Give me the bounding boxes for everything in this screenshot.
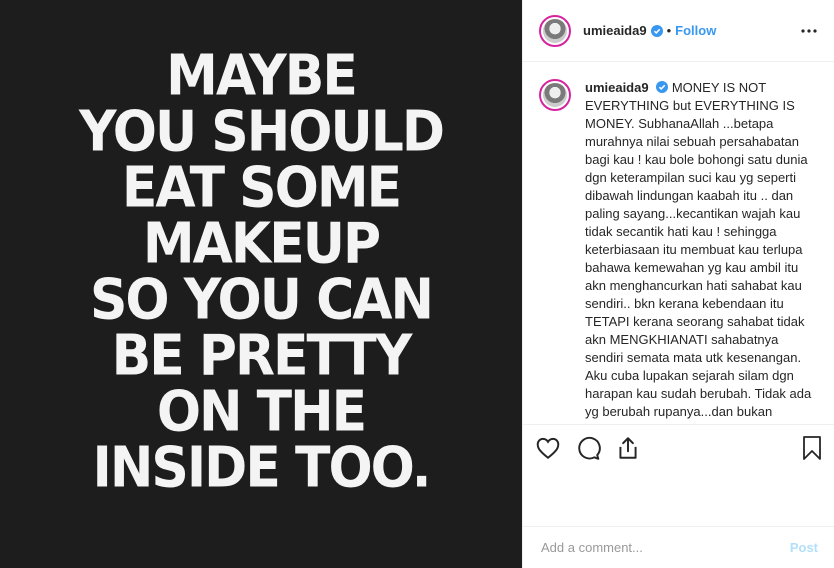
instagram-post: MAYBE YOU SHOULD EAT SOME MAKEUP SO YOU … (0, 0, 834, 568)
separator-dot: • (666, 23, 672, 38)
quote-line: INSIDE TOO. (92, 435, 432, 501)
add-comment-bar: Post (523, 526, 834, 568)
caption-avatar[interactable] (539, 79, 571, 111)
avatar[interactable] (539, 14, 571, 47)
caption: umieaida9 MONEY IS NOT EVERYTHING but EV… (585, 79, 815, 423)
post-image[interactable]: MAYBE YOU SHOULD EAT SOME MAKEUP SO YOU … (0, 0, 522, 568)
comment-input[interactable] (539, 539, 790, 556)
comment-bubble-icon[interactable] (575, 435, 601, 461)
heart-icon[interactable] (535, 435, 561, 461)
post-button[interactable]: Post (790, 540, 818, 555)
share-icon[interactable] (615, 435, 641, 461)
caption-text: MONEY IS NOT EVERYTHING but EVERYTHING I… (585, 80, 812, 419)
avatar-image (543, 83, 567, 107)
caption-username[interactable]: umieaida9 (585, 80, 649, 95)
post-header: umieaida9 • Follow (523, 0, 834, 62)
verified-icon (656, 81, 669, 93)
quote-line: MAYBE (166, 43, 358, 109)
avatar-image (543, 18, 567, 43)
quote-line: YOU SHOULD (78, 99, 445, 165)
quote-line: BE PRETTY (111, 323, 413, 389)
header-username[interactable]: umieaida9 (583, 23, 647, 38)
quote-line: EAT SOME (121, 155, 402, 221)
action-bar (523, 424, 834, 470)
quote-line: MAKEUP (142, 211, 381, 277)
bookmark-icon[interactable] (800, 435, 824, 461)
verified-icon (650, 24, 663, 37)
more-options-icon[interactable] (800, 22, 818, 40)
quote-line: ON THE (156, 379, 367, 445)
follow-button[interactable]: Follow (675, 23, 716, 38)
post-sidebar: umieaida9 • Follow umieaida9 MONEY IS NO… (522, 0, 834, 568)
caption-area: umieaida9 MONEY IS NOT EVERYTHING but EV… (523, 63, 834, 423)
quote-line: SO YOU CAN (89, 267, 434, 333)
